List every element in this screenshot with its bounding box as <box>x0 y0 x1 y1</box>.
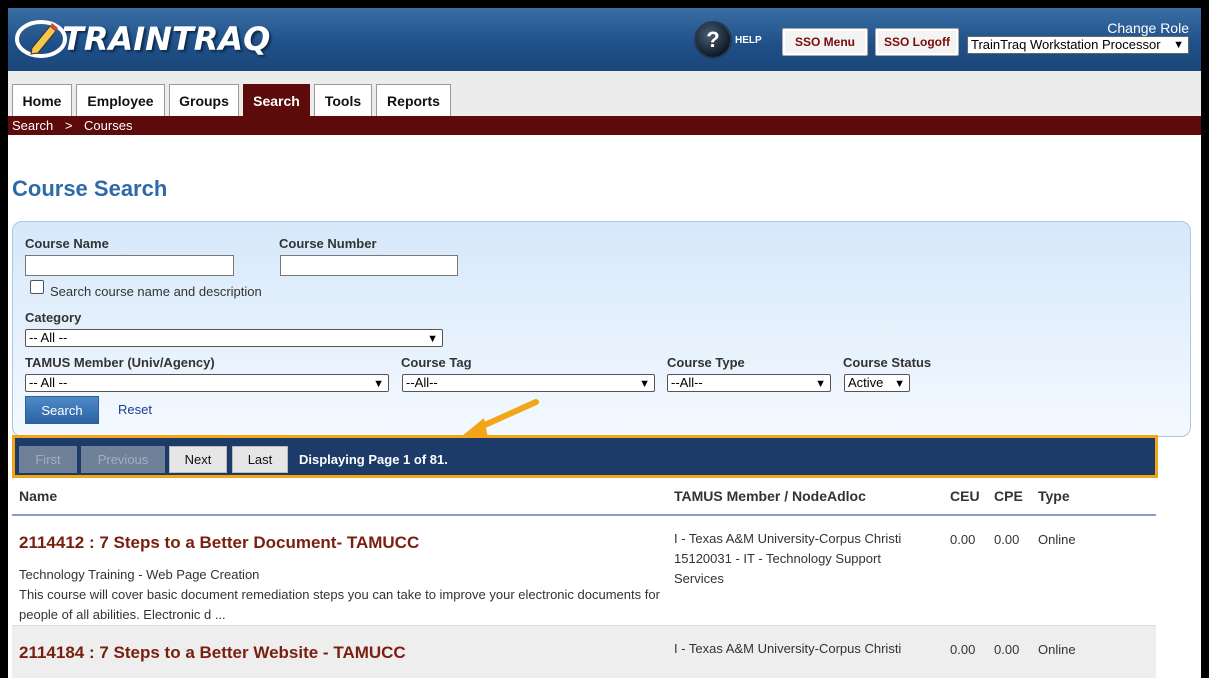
reset-link[interactable]: Reset <box>118 402 152 417</box>
course-member: I - Texas A&M University-Corpus Christi … <box>674 531 902 586</box>
breadcrumb-search[interactable]: Search <box>12 118 53 133</box>
tab-tools[interactable]: Tools <box>314 84 372 116</box>
last-page-button[interactable]: Last <box>232 446 288 473</box>
course-description: This course will cover basic document re… <box>19 587 660 622</box>
chevron-down-icon: ▼ <box>639 378 650 390</box>
chevron-down-icon: ▼ <box>894 378 905 390</box>
search-description-checkbox[interactable] <box>30 280 44 294</box>
logo-text: TRAINTRAQ <box>62 20 271 58</box>
table-row: 2114412 : 7 Steps to a Better Document- … <box>12 516 1156 626</box>
course-type-label: Course Type <box>667 355 745 370</box>
app-header: TRAINTRAQ ? HELP SSO Menu SSO Logoff Cha… <box>8 8 1201 71</box>
change-role-label: Change Role <box>1107 20 1189 36</box>
column-header-member[interactable]: TAMUS Member / NodeAdloc <box>674 488 866 504</box>
course-type-select-value: --All-- <box>671 375 703 390</box>
course-tag-select-value: --All-- <box>406 375 438 390</box>
course-tag-label: Course Tag <box>401 355 472 370</box>
column-header-ceu[interactable]: CEU <box>950 488 980 504</box>
breadcrumb-courses: Courses <box>84 118 133 133</box>
course-type-select[interactable]: --All-- ▼ <box>667 374 831 392</box>
first-page-button[interactable]: First <box>19 446 77 473</box>
course-number-input[interactable] <box>280 255 458 276</box>
chevron-down-icon: ▼ <box>1173 39 1184 51</box>
table-row: 2114184 : 7 Steps to a Better Website - … <box>12 626 1156 678</box>
course-ceu: 0.00 <box>950 532 976 547</box>
next-page-button[interactable]: Next <box>169 446 227 473</box>
course-name-label: Course Name <box>25 236 109 251</box>
breadcrumb: Search > Courses <box>8 116 1201 135</box>
chevron-down-icon: ▼ <box>373 378 384 390</box>
member-select-value: -- All -- <box>29 375 68 390</box>
tab-search[interactable]: Search <box>243 84 310 116</box>
search-panel: Course Name Course Number Search course … <box>12 221 1191 437</box>
column-header-name[interactable]: Name <box>19 488 57 504</box>
course-status-select-value: Active <box>848 375 884 390</box>
page-title: Course Search <box>12 176 168 201</box>
course-type: Online <box>1038 532 1076 547</box>
member-select[interactable]: -- All -- ▼ <box>25 374 389 392</box>
traintraq-logo[interactable]: TRAINTRAQ <box>14 14 270 64</box>
sso-logoff-button[interactable]: SSO Logoff <box>875 28 959 56</box>
chevron-down-icon: ▼ <box>427 333 438 345</box>
member-label: TAMUS Member (Univ/Agency) <box>25 355 215 370</box>
help-label: HELP <box>735 34 762 46</box>
course-tag-select[interactable]: --All-- ▼ <box>402 374 655 392</box>
role-select[interactable]: TrainTraq Workstation Processor ▼ <box>967 36 1189 54</box>
category-select[interactable]: -- All -- ▼ <box>25 329 443 347</box>
previous-page-button[interactable]: Previous <box>81 446 165 473</box>
course-status-label: Course Status <box>843 355 932 370</box>
search-button[interactable]: Search <box>25 396 99 424</box>
course-ceu: 0.00 <box>950 642 976 657</box>
category-select-value: -- All -- <box>29 330 68 345</box>
course-title-link[interactable]: 2114184 : 7 Steps to a Better Website - … <box>19 643 406 663</box>
course-cpe: 0.00 <box>994 642 1020 657</box>
help-button[interactable]: ? HELP <box>694 20 768 60</box>
role-select-value: TrainTraq Workstation Processor <box>971 37 1161 52</box>
tab-reports[interactable]: Reports <box>376 84 451 116</box>
tab-employee[interactable]: Employee <box>76 84 165 116</box>
course-category: Technology Training - Web Page Creation <box>19 567 260 582</box>
course-status-select[interactable]: Active ▼ <box>844 374 910 392</box>
category-label: Category <box>25 310 82 325</box>
tab-groups[interactable]: Groups <box>169 84 239 116</box>
course-name-input[interactable] <box>25 255 234 276</box>
app-window: TRAINTRAQ ? HELP SSO Menu SSO Logoff Cha… <box>8 8 1201 678</box>
course-cpe: 0.00 <box>994 532 1020 547</box>
search-description-label: Search course name and description <box>50 284 262 299</box>
chevron-down-icon: ▼ <box>815 378 826 390</box>
course-title-link[interactable]: 2114412 : 7 Steps to a Better Document- … <box>19 533 419 553</box>
column-header-cpe[interactable]: CPE <box>994 488 1023 504</box>
page-status: Displaying Page 1 of 81. <box>299 452 448 467</box>
sso-menu-button[interactable]: SSO Menu <box>782 28 868 56</box>
pencil-logo-icon <box>15 20 67 58</box>
column-header-type[interactable]: Type <box>1038 488 1070 504</box>
course-type: Online <box>1038 642 1076 657</box>
course-member: I - Texas A&M University-Corpus Christi <box>674 641 902 656</box>
pagination-bar: First Previous Next Last Displaying Page… <box>12 435 1158 478</box>
tab-home[interactable]: Home <box>12 84 72 116</box>
question-mark-icon: ? <box>694 21 732 59</box>
breadcrumb-separator: > <box>64 118 73 133</box>
main-nav: Home Employee Groups Search Tools Report… <box>8 71 1201 116</box>
course-number-label: Course Number <box>279 236 377 251</box>
